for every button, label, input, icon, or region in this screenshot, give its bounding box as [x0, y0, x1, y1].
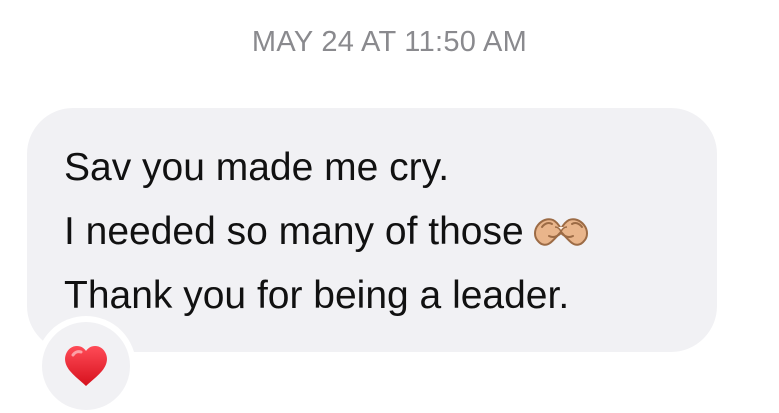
message-line-1: Sav you made me cry. [64, 146, 450, 189]
red-heart-icon [65, 346, 107, 386]
heart-reaction[interactable] [42, 322, 130, 410]
heart-hands-icon [533, 218, 588, 246]
message-line-2-container: I needed so many of those [64, 200, 594, 264]
message-line-2: I needed so many of those [64, 210, 524, 253]
message-text: Sav you made me cry. I needed so many of… [64, 136, 594, 328]
message-thread: MAY 24 AT 11:50 AM Sav you made me cry. … [0, 0, 779, 413]
message-timestamp: MAY 24 AT 11:50 AM [251, 26, 528, 58]
message-line-3: Thank you for being a leader. [64, 274, 570, 317]
